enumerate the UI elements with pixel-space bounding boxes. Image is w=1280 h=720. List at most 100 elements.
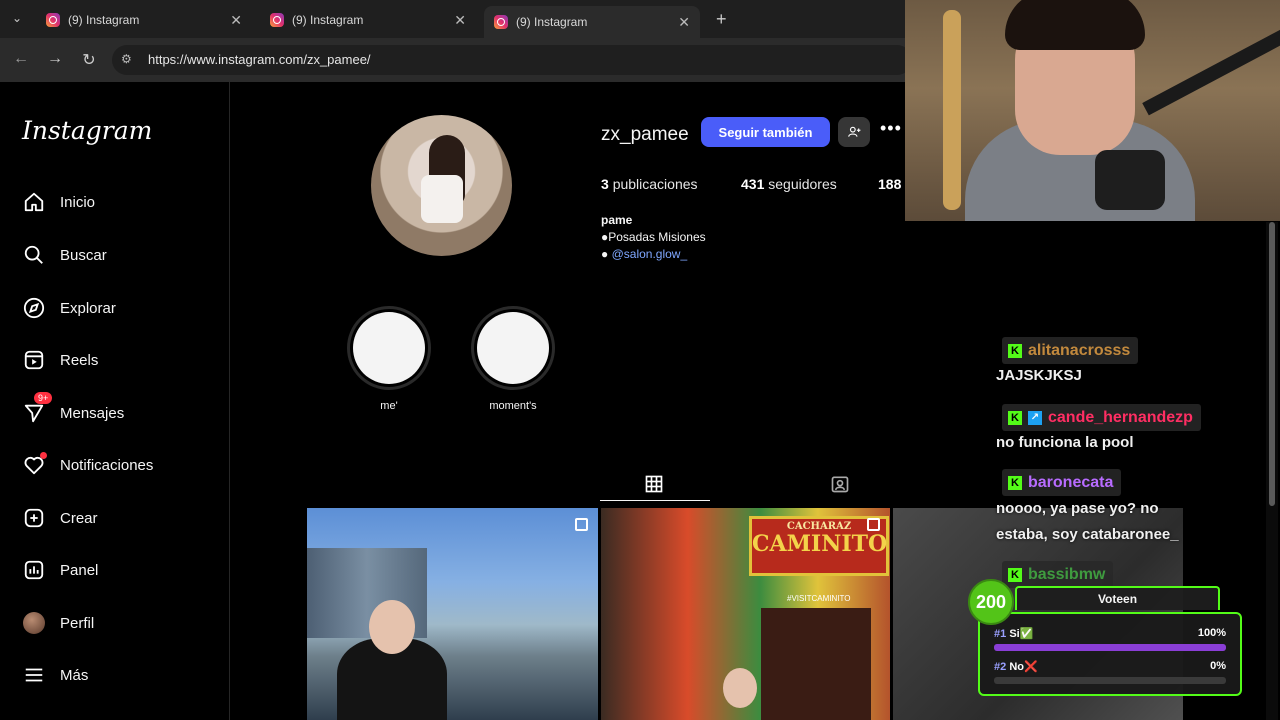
url-text[interactable]: https://www.instagram.com/zx_pamee/ bbox=[148, 52, 371, 67]
webcam-detail bbox=[943, 10, 961, 210]
scrollbar-thumb[interactable] bbox=[1269, 222, 1275, 506]
profile-picture[interactable] bbox=[371, 115, 512, 256]
highlight-ring bbox=[347, 306, 431, 390]
chat-username: baronecata bbox=[1028, 473, 1114, 491]
carousel-icon bbox=[575, 518, 588, 531]
chat-username-badge: K baronecata bbox=[1002, 469, 1122, 496]
chat-username: bassibmw bbox=[1028, 565, 1106, 583]
forward-arrow-icon[interactable]: → bbox=[45, 50, 65, 68]
chat-username: alitanacrosss bbox=[1028, 341, 1131, 359]
tab-title: (9) Instagram bbox=[292, 13, 364, 27]
chat-username-badge: K bassibmw bbox=[1002, 561, 1114, 588]
kick-badge-icon: K bbox=[1008, 567, 1022, 582]
posts-label: publicaciones bbox=[612, 176, 698, 192]
sidebar-item-notificaciones[interactable]: Notificaciones bbox=[22, 452, 153, 477]
following-stat[interactable]: 188 bbox=[878, 176, 901, 192]
sidebar-item-label: Mensajes bbox=[60, 404, 125, 422]
browser-tab-active[interactable]: (9) Instagram ✕ bbox=[484, 6, 700, 38]
reels-icon bbox=[22, 348, 46, 372]
unread-badge: 9+ bbox=[34, 392, 53, 404]
sidebar-item-mas[interactable]: Más bbox=[22, 663, 88, 687]
tagged-tab[interactable] bbox=[830, 474, 850, 499]
sidebar-item-explorar[interactable]: Explorar bbox=[22, 296, 116, 320]
avatar-container bbox=[22, 611, 46, 635]
browser-tab[interactable]: (9) Instagram ✕ bbox=[260, 6, 476, 34]
chat-message: noooo, ya pase yo? no estaba, soy cataba… bbox=[996, 500, 1179, 543]
poll-bar-fill bbox=[994, 644, 1226, 651]
chat-message: no funciona la pool bbox=[996, 434, 1134, 451]
kick-badge-icon: K bbox=[1008, 475, 1022, 490]
bio-link[interactable]: @salon.glow_ bbox=[612, 247, 688, 261]
tab-close-icon[interactable]: ✕ bbox=[230, 12, 242, 29]
search-icon bbox=[22, 243, 46, 267]
sidebar-item-inicio[interactable]: Inicio bbox=[22, 190, 95, 214]
following-count: 188 bbox=[878, 176, 902, 192]
notification-dot bbox=[40, 452, 47, 459]
profile-username: zx_pamee bbox=[601, 124, 689, 145]
highlight-cover bbox=[353, 312, 425, 384]
poll-points-badge: 200 bbox=[968, 579, 1014, 625]
highlight-ring bbox=[471, 306, 555, 390]
follow-back-button[interactable]: Seguir también bbox=[701, 117, 830, 147]
poll-bar bbox=[994, 677, 1226, 684]
sidebar-item-buscar[interactable]: Buscar bbox=[22, 243, 107, 267]
post-face bbox=[723, 668, 757, 708]
story-highlight[interactable] bbox=[471, 306, 555, 390]
instagram-logo[interactable]: Instagram bbox=[22, 116, 152, 145]
sidebar-item-label: Buscar bbox=[60, 246, 107, 264]
tab-menu-button[interactable]: ⌄ bbox=[12, 11, 22, 25]
tab-close-icon[interactable]: ✕ bbox=[454, 12, 466, 29]
poll-title: Voteen bbox=[1015, 586, 1220, 610]
sidebar-item-mensajes[interactable]: 9+ Mensajes bbox=[22, 392, 125, 425]
shop-door bbox=[761, 608, 871, 720]
chart-icon bbox=[22, 558, 46, 582]
story-highlight[interactable] bbox=[347, 306, 431, 390]
kick-badge-icon: K bbox=[1008, 410, 1022, 425]
post-thumbnail[interactable]: CACHARAZ CAMINITO #VISITCAMINITO bbox=[601, 508, 890, 720]
home-icon bbox=[22, 190, 46, 214]
more-options-button[interactable]: ••• bbox=[880, 118, 902, 139]
followers-count: 431 bbox=[741, 176, 765, 192]
sidebar-item-reels[interactable]: Reels bbox=[22, 348, 98, 372]
sidebar-item-panel[interactable]: Panel bbox=[22, 558, 98, 582]
profile-picture-detail bbox=[421, 175, 463, 223]
bio-location: ●Posadas Misiones bbox=[601, 230, 706, 244]
posts-grid-tab[interactable] bbox=[644, 474, 664, 499]
tab-close-icon[interactable]: ✕ bbox=[678, 14, 690, 31]
sidebar-item-label: Explorar bbox=[60, 299, 116, 317]
sidebar-item-crear[interactable]: Crear bbox=[22, 506, 98, 530]
bio-name: pame bbox=[601, 213, 633, 227]
poll-bar bbox=[994, 644, 1226, 651]
sidebar-item-label: Panel bbox=[60, 561, 99, 579]
sign-text: CAMINITO bbox=[752, 531, 888, 557]
chat-username: cande_hernandezp bbox=[1048, 408, 1193, 426]
sign-hashtag: #VISITCAMINITO bbox=[787, 594, 851, 603]
sidebar-item-label: Crear bbox=[60, 509, 98, 527]
webcam-detail bbox=[1142, 18, 1280, 116]
site-settings-icon[interactable]: ⚙ bbox=[121, 52, 132, 66]
reload-icon[interactable]: ↻ bbox=[79, 50, 99, 70]
post-thumbnail[interactable] bbox=[307, 508, 598, 720]
instagram-favicon-icon bbox=[270, 13, 284, 27]
poll-percent: 100% bbox=[1197, 627, 1226, 639]
browser-tab[interactable]: (9) Instagram ✕ bbox=[36, 6, 252, 34]
highlight-label: me' bbox=[380, 400, 398, 412]
kick-badge-icon: K bbox=[1008, 343, 1022, 358]
tab-title: (9) Instagram bbox=[68, 13, 140, 27]
instagram-favicon-icon bbox=[494, 15, 508, 29]
followers-stat[interactable]: 431 seguidores bbox=[741, 176, 837, 192]
back-arrow-icon[interactable]: ← bbox=[11, 50, 31, 68]
compass-icon bbox=[22, 296, 46, 320]
grid-icon bbox=[645, 475, 663, 493]
sidebar-item-perfil[interactable]: Perfil bbox=[22, 611, 94, 635]
post-face bbox=[369, 600, 415, 654]
poll-option-2: #2 No❌ bbox=[994, 660, 1038, 673]
carousel-icon bbox=[867, 518, 880, 531]
bio-link-row: ● @salon.glow_ bbox=[601, 247, 687, 261]
suggest-user-button[interactable] bbox=[838, 117, 870, 147]
instagram-favicon-icon bbox=[46, 13, 60, 27]
poll-option-1: #1 Si✅ bbox=[994, 627, 1033, 640]
streamer-webcam bbox=[905, 0, 1280, 221]
chat-username-badge: K ↗ cande_hernandezp bbox=[1002, 404, 1201, 431]
new-tab-button[interactable]: + bbox=[716, 9, 727, 30]
